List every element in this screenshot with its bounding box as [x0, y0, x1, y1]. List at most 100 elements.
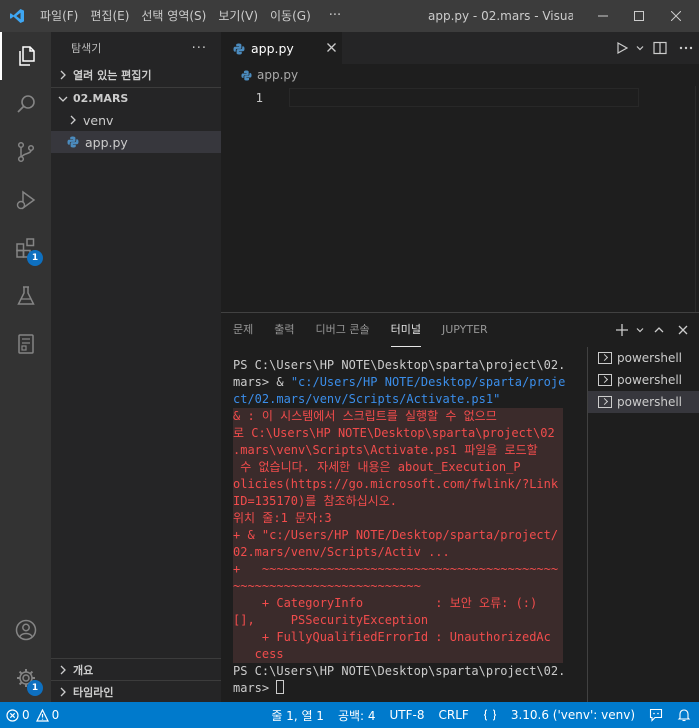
breadcrumb[interactable]: app.py — [221, 64, 699, 86]
close-icon — [671, 11, 681, 21]
search-activity[interactable] — [0, 80, 51, 128]
accounts-activity[interactable] — [0, 606, 51, 654]
tree-item-label: app.py — [85, 134, 128, 150]
sidebar-header: 탐색기 ··· — [51, 32, 221, 64]
terminal-icon — [598, 374, 612, 386]
indentation[interactable]: 공백: 4 — [331, 702, 383, 728]
source-control-icon — [17, 141, 34, 163]
open-editors-section[interactable]: 열려 있는 편집기 — [51, 64, 221, 86]
chevron-up-icon — [654, 327, 664, 333]
source-control-activity[interactable] — [0, 128, 51, 176]
tab-debug-console[interactable]: 디버그 콘솔 — [316, 313, 370, 347]
folder-section[interactable]: 02.MARS — [51, 87, 221, 109]
timeline-label: 타임라인 — [73, 686, 114, 699]
outline-label: 개요 — [73, 664, 94, 677]
terminal-line: cess — [233, 646, 563, 663]
more-actions-button[interactable] — [673, 32, 699, 64]
minimize-icon — [598, 15, 608, 17]
terminal-text: mars> — [233, 375, 277, 389]
python-interpreter[interactable]: 3.10.6 ('venv': venv) — [504, 702, 642, 728]
tab-jupyter[interactable]: JUPYTER — [442, 313, 488, 347]
close-panel-button[interactable] — [671, 313, 695, 347]
terminal-line: 위치 줄:1 문자:3 — [233, 510, 563, 527]
terminal-text: + ~~~~~~~~~~~~~~~~~~~~~~~~~~~~~~~~~~~~~~… — [233, 562, 559, 576]
terminal-text: [], PSSecurityException — [233, 613, 429, 627]
editor-scrollbar[interactable] — [695, 86, 699, 312]
chevron-down-icon — [636, 46, 644, 51]
terminal-item-active[interactable]: powershell — [588, 391, 699, 413]
explorer-activity[interactable] — [0, 32, 51, 80]
run-dropdown-button[interactable] — [633, 32, 647, 64]
notifications-button[interactable] — [670, 702, 699, 728]
manage-activity[interactable]: 1 — [0, 654, 51, 702]
end-of-line[interactable]: CRLF — [432, 702, 476, 728]
sidebar-more-button[interactable]: ··· — [192, 41, 207, 56]
new-terminal-button[interactable] — [611, 313, 633, 347]
run-debug-icon — [16, 190, 35, 210]
tab-output[interactable]: 출력 — [274, 313, 294, 347]
language-braces-icon[interactable] — [476, 702, 504, 728]
maximize-button[interactable] — [620, 0, 658, 32]
split-editor-icon — [653, 41, 667, 55]
menu-selection[interactable]: 선택 영역(S) — [135, 0, 212, 32]
close-icon — [326, 43, 336, 52]
status-bar: 0 0 줄 1, 열 1 공백: 4 UTF-8 CRLF 3.10.6 ('v… — [0, 702, 699, 728]
terminal-text: mars> — [233, 681, 277, 695]
terminal-text: & : 이 시스템에서 스크립트를 실행할 수 없으므 — [233, 409, 497, 423]
files-icon — [18, 46, 35, 66]
terminal-text: ID=135170)를 참조하십시오. — [233, 494, 397, 508]
tab-close-button[interactable] — [320, 41, 342, 56]
timeline-section[interactable]: 타임라인 — [51, 681, 221, 703]
terminal-item-label: powershell — [617, 395, 682, 409]
terminal-text: + & "c:/Users/HP NOTE/Desktop/sparta/pro… — [233, 528, 559, 542]
tab-problems[interactable]: 문제 — [233, 313, 253, 347]
run-debug-activity[interactable] — [0, 176, 51, 224]
title-bar: 파일(F) 편집(E) 선택 영역(S) 보기(V) 이동(G) ··· app… — [0, 0, 699, 32]
feedback-button[interactable] — [642, 702, 670, 728]
terminal-text: 로 C:\Users\HP NOTE\Desktop\sparta\projec… — [233, 426, 555, 440]
menu-file[interactable]: 파일(F) — [34, 0, 84, 32]
terminal-list: powershell powershell powershell — [587, 347, 699, 703]
tree-item-venv[interactable]: venv — [51, 109, 221, 131]
problems-status[interactable]: 0 0 — [0, 702, 66, 728]
terminal-item[interactable]: powershell — [588, 369, 699, 391]
terminal-line: + CategoryInfo : 보안 오류: (:) — [233, 595, 563, 612]
terminal-line: + & "c:/Users/HP NOTE/Desktop/sparta/pro… — [233, 527, 563, 544]
tree-item-app-py[interactable]: app.py — [51, 131, 221, 153]
close-window-button[interactable] — [657, 0, 695, 32]
terminal-output[interactable]: PS C:\Users\HP NOTE\Desktop\sparta\proje… — [233, 357, 565, 702]
split-editor-button[interactable] — [647, 32, 673, 64]
terminal-text: + FullyQualifiedErrorId : UnauthorizedAc — [233, 630, 551, 644]
maximize-panel-button[interactable] — [647, 313, 671, 347]
terminal-dropdown-button[interactable] — [633, 313, 647, 347]
terminal-item[interactable]: powershell — [588, 347, 699, 369]
terminal-text: ~~~~~~~~~~~~~~~~~~~~~~~~~~ — [233, 579, 421, 593]
remote-explorer-activity[interactable] — [0, 320, 51, 368]
book-icon — [17, 334, 34, 354]
menu-more-button[interactable]: ··· — [317, 0, 353, 32]
folder-label: 02.MARS — [73, 92, 129, 105]
tab-terminal[interactable]: 터미널 — [390, 319, 421, 347]
maximize-icon — [634, 11, 644, 21]
extensions-activity[interactable]: 1 — [0, 224, 51, 272]
editor-tab-app-py[interactable]: app.py — [221, 32, 342, 64]
cursor-position[interactable]: 줄 1, 열 1 — [264, 702, 331, 728]
breadcrumb-file[interactable]: app.py — [257, 68, 298, 82]
terminal-line: + FullyQualifiedErrorId : UnauthorizedAc — [233, 629, 563, 646]
testing-activity[interactable] — [0, 272, 51, 320]
encoding[interactable]: UTF-8 — [383, 702, 432, 728]
menu-go[interactable]: 이동(G) — [264, 0, 317, 32]
terminal-item-label: powershell — [617, 373, 682, 387]
menu-view[interactable]: 보기(V) — [212, 0, 264, 32]
plus-icon — [616, 324, 628, 336]
terminal-line: 수 없습니다. 자세한 내용은 about_Execution_P — [233, 459, 563, 476]
menu-edit[interactable]: 편집(E) — [84, 0, 135, 32]
outline-section[interactable]: 개요 — [51, 659, 221, 681]
terminal-line: ID=135170)를 참조하십시오. — [233, 493, 563, 510]
current-line-highlight — [289, 88, 639, 107]
extensions-badge: 1 — [27, 250, 43, 266]
minimize-button[interactable] — [584, 0, 622, 32]
run-python-file-button[interactable] — [611, 32, 633, 64]
terminal-line: ~~~~~~~~~~~~~~~~~~~~~~~~~~ — [233, 578, 563, 595]
code-line[interactable]: 1 — [221, 88, 699, 107]
